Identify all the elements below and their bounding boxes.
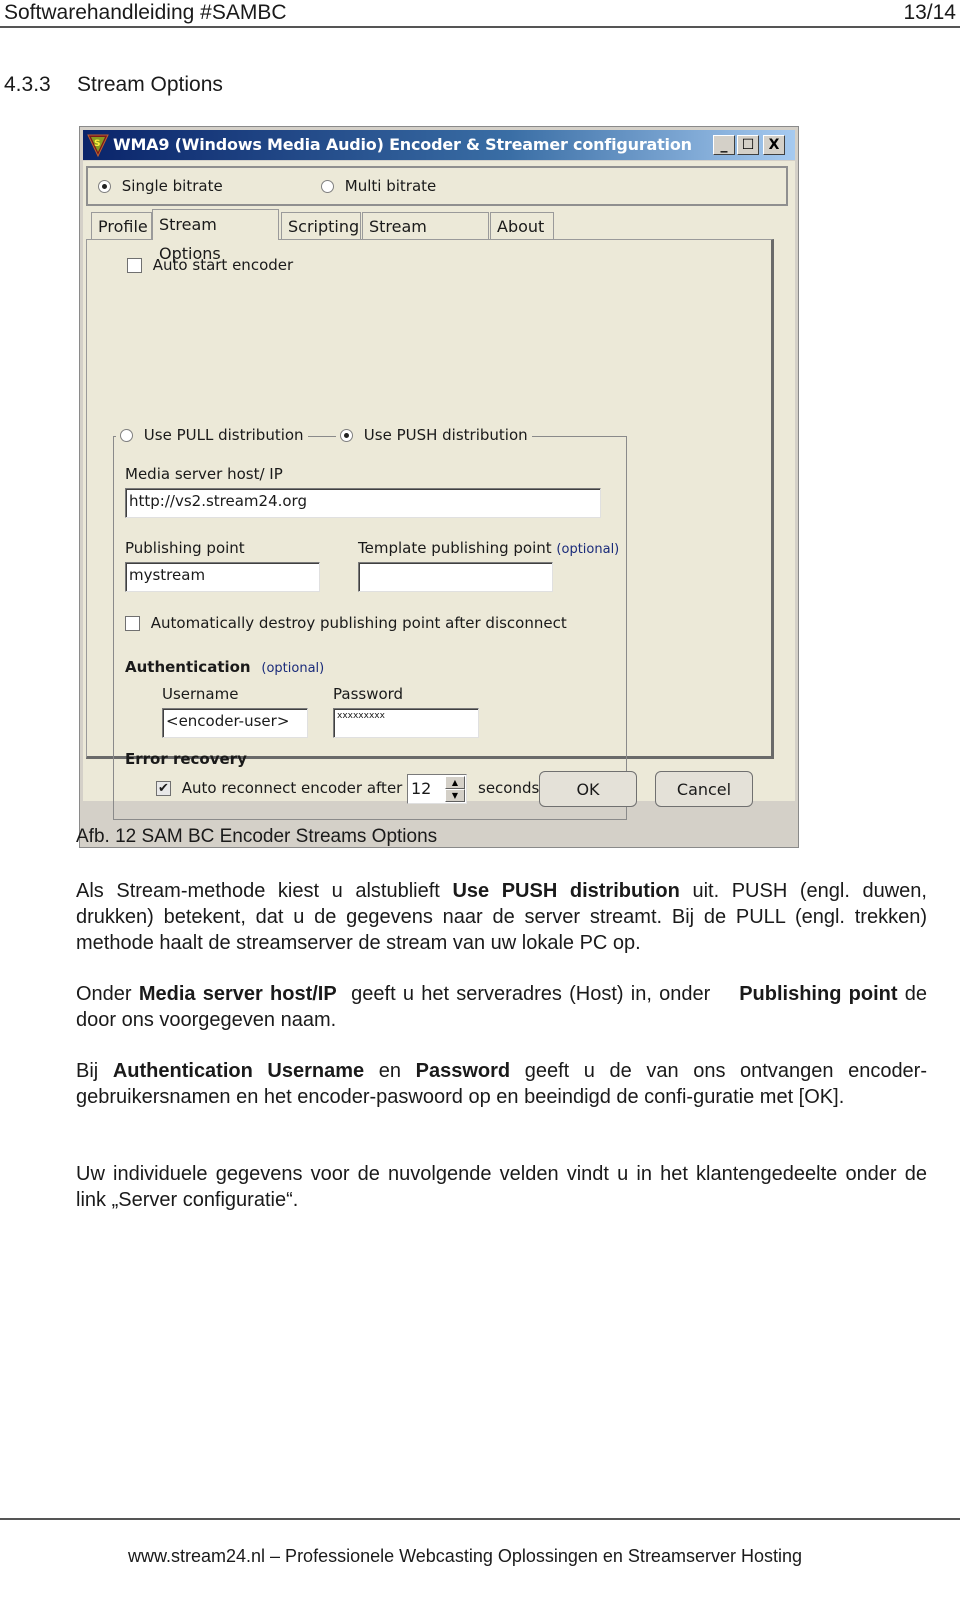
emphasis: Use PUSH distribution <box>452 880 680 902</box>
username-input[interactable]: <encoder-user> <box>162 708 308 738</box>
auto-reconnect-label: Auto reconnect encoder after <box>181 779 403 797</box>
section-number: 4.3.3 <box>4 73 51 96</box>
text: en <box>364 1060 416 1082</box>
template-point-label: Template publishing point <box>358 539 552 557</box>
tab-stream-archive[interactable]: Stream Archive <box>362 212 489 263</box>
close-button[interactable]: X <box>763 135 785 155</box>
pull-distribution-label: Use PULL distribution <box>143 426 304 444</box>
emphasis: Publishing point <box>739 983 898 1005</box>
auto-reconnect-option[interactable]: ✔ Auto reconnect encoder after <box>156 779 402 797</box>
publishing-point-input[interactable]: mystream <box>125 562 320 592</box>
section-title: Stream Options <box>77 73 223 96</box>
text: Als Stream-methode kiest u alstublieft <box>76 880 453 902</box>
single-bitrate-radio[interactable] <box>98 180 111 193</box>
svg-text:S: S <box>94 139 100 149</box>
minimize-button[interactable]: _ <box>713 135 735 155</box>
template-point-optional: (optional) <box>556 542 620 557</box>
multi-bitrate-option[interactable]: Multi bitrate <box>321 177 436 195</box>
stream-options-panel: Auto start encoder Use PULL distribution… <box>86 239 774 820</box>
password-label: Password <box>333 685 404 703</box>
spinner-arrows: ▲ ▼ <box>445 776 465 802</box>
paragraph-media-server: Onder Media server host/IP geeft u het s… <box>76 981 927 1033</box>
page-number: 13/14 <box>903 1 956 24</box>
auto-destroy-checkbox[interactable] <box>125 616 140 631</box>
figure-caption: Afb. 12 SAM BC Encoder Streams Options <box>76 826 438 847</box>
error-recovery-heading: Error recovery <box>125 750 247 768</box>
authentication-optional: (optional) <box>261 661 325 676</box>
page-header: Softwarehandleiding #SAMBC 13/14 <box>0 0 960 28</box>
seconds-label: seconds <box>478 779 540 797</box>
push-distribution-label: Use PUSH distribution <box>363 426 528 444</box>
auto-destroy-option[interactable]: Automatically destroy publishing point a… <box>125 614 567 632</box>
emphasis: Password <box>415 1060 511 1082</box>
reconnect-seconds-value[interactable]: 12 <box>411 779 431 798</box>
auto-reconnect-checkbox[interactable]: ✔ <box>156 781 171 796</box>
ok-button[interactable]: OK <box>539 771 637 807</box>
emphasis: Authentication Username <box>112 1060 365 1082</box>
pull-distribution-option[interactable]: Use PULL distribution <box>116 426 308 444</box>
cancel-button[interactable]: Cancel <box>655 771 753 807</box>
close-icon: X <box>768 137 780 153</box>
tab-profile[interactable]: Profile <box>91 212 152 239</box>
tab-about[interactable]: About <box>490 212 554 239</box>
template-point-input[interactable] <box>358 562 553 592</box>
emphasis: Media server host/IP <box>138 983 337 1005</box>
password-input[interactable]: xxxxxxxxx <box>333 708 479 738</box>
maximize-button[interactable]: ☐ <box>737 135 759 155</box>
paragraph-authentication: Bij Authentication Username en Password … <box>76 1058 927 1110</box>
reconnect-seconds-spinner[interactable]: 12 ▲ ▼ <box>407 774 467 804</box>
authentication-heading-wrap: Authentication (optional) <box>125 658 324 676</box>
window-title: WMA9 (Windows Media Audio) Encoder & Str… <box>113 135 692 154</box>
spin-down-icon[interactable]: ▼ <box>445 789 465 802</box>
auto-start-checkbox[interactable] <box>127 258 142 273</box>
tab-scripting[interactable]: Scripting <box>281 212 361 239</box>
window-client: Single bitrate Multi bitrate Profile Str… <box>83 161 795 820</box>
sam-broadcaster-logo-icon: S <box>87 134 109 157</box>
single-bitrate-label: Single bitrate <box>121 177 223 195</box>
document-title: Softwarehandleiding #SAMBC <box>4 1 287 24</box>
multi-bitrate-label: Multi bitrate <box>344 177 437 195</box>
text: Onder <box>76 983 139 1005</box>
footer-divider <box>0 1518 960 1520</box>
template-point-label-wrap: Template publishing point (optional) <box>358 539 619 557</box>
push-distribution-radio[interactable] <box>340 429 353 442</box>
publishing-point-label: Publishing point <box>125 539 245 557</box>
minimize-icon: _ <box>720 137 728 153</box>
distribution-group: Use PULL distribution Use PUSH distribut… <box>113 426 627 820</box>
pull-distribution-radio[interactable] <box>120 429 133 442</box>
spin-up-icon[interactable]: ▲ <box>445 776 465 789</box>
single-bitrate-option[interactable]: Single bitrate <box>98 177 223 195</box>
paragraph-server-config: Uw individuele gegevens voor de nuvolgen… <box>76 1163 927 1211</box>
media-server-label: Media server host/ IP <box>125 465 283 483</box>
multi-bitrate-radio[interactable] <box>321 180 334 193</box>
bitrate-group: Single bitrate Multi bitrate <box>86 166 788 206</box>
username-label: Username <box>162 685 239 703</box>
text: Bij <box>76 1060 113 1082</box>
push-distribution-option[interactable]: Use PUSH distribution <box>336 426 532 444</box>
page-footer: www.stream24.nl – Professionele Webcasti… <box>128 1546 802 1566</box>
text: geeft u het serveradres (Host) in, onder <box>336 983 740 1005</box>
section-heading: 4.3.3 Stream Options <box>4 73 223 97</box>
auto-destroy-label: Automatically destroy publishing point a… <box>150 614 567 632</box>
window-titlebar[interactable]: S WMA9 (Windows Media Audio) Encoder & S… <box>83 130 795 160</box>
paragraph-push-method: Als Stream-methode kiest u alstublieft U… <box>76 878 927 956</box>
maximize-icon: ☐ <box>741 137 755 153</box>
tab-stream-options[interactable]: Stream Options <box>152 209 279 263</box>
encoder-config-window: S WMA9 (Windows Media Audio) Encoder & S… <box>79 126 799 848</box>
authentication-heading: Authentication <box>125 658 251 676</box>
media-server-input[interactable]: http://vs2.stream24.org <box>125 488 601 518</box>
